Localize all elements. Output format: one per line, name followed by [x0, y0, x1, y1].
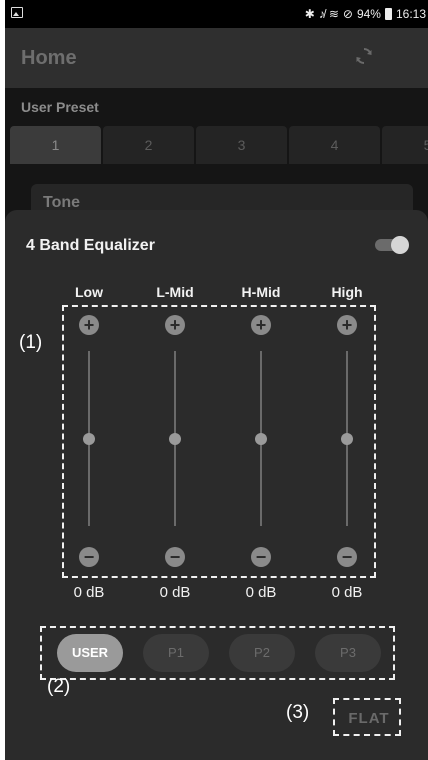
tab-preset-5[interactable]: 5: [382, 126, 428, 164]
band-label-low: Low: [75, 284, 103, 300]
tab-preset-1[interactable]: 1: [10, 126, 101, 164]
annotation-marker-2: (2): [47, 676, 71, 697]
tab-preset-4[interactable]: 4: [289, 126, 380, 164]
page-title: Home: [21, 47, 77, 69]
equalizer-sheet: 4 Band Equalizer Low L-Mid H-Mid High + …: [5, 210, 428, 760]
battery-icon: [384, 8, 392, 20]
flat-button[interactable]: FLAT: [340, 704, 398, 734]
tab-preset-3[interactable]: 3: [196, 126, 287, 164]
band-value-h-mid: 0 dB: [245, 584, 277, 601]
equalizer-toggle[interactable]: [375, 236, 409, 254]
annotation-marker-1: (1): [19, 332, 43, 353]
phone-screen: ✱ ♪̸ ≋ ⊘ 94% 16:13 Home User Preset 1 2 …: [5, 0, 428, 760]
preset-p2-button[interactable]: P2: [229, 634, 295, 672]
wifi-icon: ≋: [328, 7, 339, 21]
band-value-high: 0 dB: [331, 584, 363, 601]
bluetooth-icon: ✱: [304, 7, 315, 21]
band-label-high: High: [331, 284, 363, 300]
status-icons: ✱ ♪̸ ≋ ⊘ 94% 16:13: [305, 7, 426, 21]
band-value-l-mid: 0 dB: [159, 584, 191, 601]
user-preset-tabs: 1 2 3 4 5: [10, 126, 428, 164]
user-preset-title: User Preset: [21, 99, 99, 115]
tab-preset-2[interactable]: 2: [103, 126, 194, 164]
band-label-l-mid: L-Mid: [156, 284, 194, 300]
sliders-highlight-box: [62, 305, 376, 578]
status-bar: ✱ ♪̸ ≋ ⊘ 94% 16:13: [5, 0, 428, 28]
image-icon: [11, 7, 23, 18]
battery-percent: 94%: [356, 7, 381, 21]
band-value-low: 0 dB: [73, 584, 105, 601]
annotation-marker-3: (3): [286, 702, 310, 723]
preset-p1-button[interactable]: P1: [143, 634, 209, 672]
refresh-icon[interactable]: [352, 44, 376, 68]
clock: 16:13: [395, 7, 426, 21]
equalizer-title: 4 Band Equalizer: [26, 237, 155, 254]
mute-icon: ♪̸: [318, 7, 325, 21]
toggle-knob: [391, 236, 409, 254]
band-label-h-mid: H-Mid: [241, 284, 281, 300]
preset-p3-button[interactable]: P3: [315, 634, 381, 672]
app-header: Home: [5, 28, 428, 88]
preset-user-button[interactable]: USER: [57, 634, 123, 672]
blocked-icon: ⊘: [342, 7, 353, 21]
